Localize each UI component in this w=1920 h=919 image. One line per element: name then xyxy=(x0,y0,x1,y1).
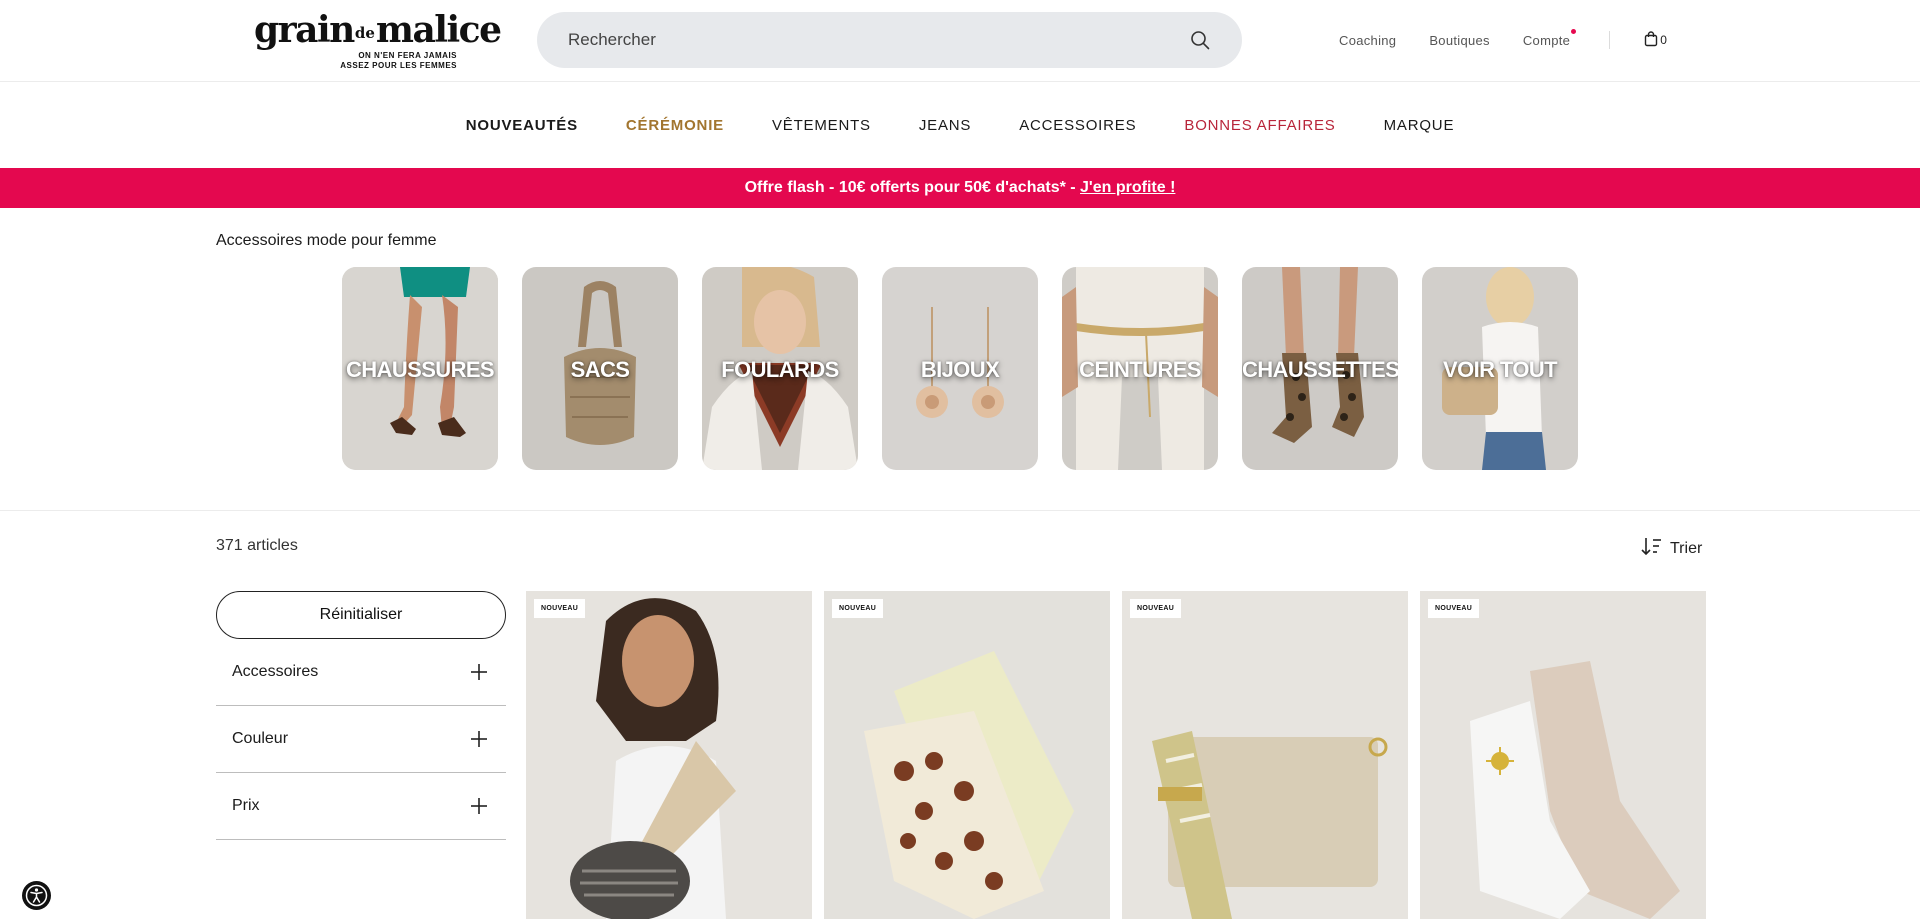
product-card[interactable]: NOUVEAU xyxy=(1122,591,1408,919)
promo-banner: Offre flash - 10€ offerts pour 50€ d'ach… xyxy=(0,168,1920,208)
category-tile-chaussures[interactable]: CHAUSSURES xyxy=(342,267,498,470)
plus-icon xyxy=(471,798,487,814)
search-input[interactable] xyxy=(568,12,1168,68)
logo-wordmark: graindemalice xyxy=(254,9,502,51)
product-card[interactable]: NOUVEAU xyxy=(526,591,812,919)
logo-tagline-1: ON N'EN FERA JAMAIS xyxy=(358,51,457,60)
category-label: FOULARDS xyxy=(721,357,839,382)
product-card[interactable]: NOUVEAU xyxy=(824,591,1110,919)
filter-label: Accessoires xyxy=(232,663,319,680)
category-label: CHAUSSURES xyxy=(345,357,495,382)
new-badge: NOUVEAU xyxy=(534,599,586,618)
nav-item-vetements[interactable]: VÊTEMENTS xyxy=(772,117,871,134)
category-label: CEINTURES xyxy=(1079,357,1201,382)
account-link[interactable]: Compte xyxy=(1522,28,1577,48)
nav-item-marque[interactable]: MARQUE xyxy=(1384,117,1455,134)
category-tile-chaussettes[interactable]: CHAUSSETTES xyxy=(1242,267,1398,470)
promo-link[interactable]: J'en profite ! xyxy=(1080,179,1175,196)
nav-item-nouveautes[interactable]: NOUVEAUTÉS xyxy=(466,117,578,134)
sort-button[interactable]: Trier xyxy=(1641,536,1702,561)
new-badge: NOUVEAU xyxy=(1428,599,1480,618)
account-notification-dot xyxy=(1571,28,1577,34)
nav-item-jeans[interactable]: JEANS xyxy=(919,117,971,134)
logo-word-grain: grain xyxy=(254,9,355,51)
category-section-title: Accessoires mode pour femme xyxy=(216,232,437,249)
product-image xyxy=(824,591,1110,919)
cart-button[interactable]: 0 xyxy=(1644,30,1667,50)
plus-icon xyxy=(471,664,487,680)
site-header: graindemalice ON N'EN FERA JAMAIS ASSEZ … xyxy=(0,0,1920,82)
category-tiles: CHAUSSURES SACS FOULARDS BIJOUX CEINTURE… xyxy=(342,267,1602,470)
filter-label: Couleur xyxy=(232,730,289,747)
reset-filters-button[interactable]: Réinitialiser xyxy=(216,591,506,639)
brand-logo[interactable]: graindemalice ON N'EN FERA JAMAIS ASSEZ … xyxy=(254,9,502,70)
cart-icon xyxy=(1644,30,1660,50)
category-tile-foulards[interactable]: FOULARDS xyxy=(702,267,858,470)
category-tile-ceintures[interactable]: CEINTURES xyxy=(1062,267,1218,470)
filter-label: Prix xyxy=(232,797,260,814)
coaching-link[interactable]: Coaching xyxy=(1339,33,1396,48)
product-card[interactable]: NOUVEAU xyxy=(1420,591,1706,919)
search-bar xyxy=(537,12,1242,68)
product-grid: NOUVEAU NOUVEAU NOUVEAU NOUVEAU xyxy=(526,591,1718,919)
category-label: BIJOUX xyxy=(920,357,1000,382)
boutiques-link[interactable]: Boutiques xyxy=(1429,33,1490,48)
filter-accessoires[interactable]: Accessoires xyxy=(216,639,506,706)
promo-text: Offre flash - 10€ offerts pour 50€ d'ach… xyxy=(744,179,1081,196)
sort-icon xyxy=(1641,536,1670,561)
category-tile-sacs[interactable]: SACS xyxy=(522,267,678,470)
plus-icon xyxy=(471,731,487,747)
sort-label: Trier xyxy=(1670,539,1703,557)
nav-item-ceremonie[interactable]: CÉRÉMONIE xyxy=(626,117,724,134)
accessibility-button[interactable] xyxy=(22,881,51,910)
search-icon[interactable] xyxy=(1190,30,1210,50)
category-label: SACS xyxy=(570,357,630,382)
header-divider xyxy=(1609,31,1611,49)
product-image xyxy=(1122,591,1408,919)
nav-item-bonnes-affaires[interactable]: BONNES AFFAIRES xyxy=(1184,117,1335,134)
account-link-label: Compte xyxy=(1522,32,1571,48)
logo-word-de: de xyxy=(354,24,375,42)
cart-count: 0 xyxy=(1660,33,1667,47)
category-label: VOIR TOUT xyxy=(1443,357,1558,382)
filter-prix[interactable]: Prix xyxy=(216,773,506,840)
product-image xyxy=(526,591,812,919)
filter-couleur[interactable]: Couleur xyxy=(216,706,506,773)
article-count: 371 articles xyxy=(216,537,298,554)
category-tile-bijoux[interactable]: BIJOUX xyxy=(882,267,1038,470)
accessibility-icon xyxy=(25,884,48,907)
logo-word-malice: malice xyxy=(375,9,502,51)
section-divider xyxy=(0,510,1920,511)
logo-tagline-2: ASSEZ POUR LES FEMMES xyxy=(340,61,457,70)
category-tile-voir-tout[interactable]: VOIR TOUT xyxy=(1422,267,1578,470)
main-nav: NOUVEAUTÉS CÉRÉMONIE VÊTEMENTS JEANS ACC… xyxy=(0,82,1920,168)
category-label: CHAUSSETTES xyxy=(1242,357,1398,382)
nav-item-accessoires[interactable]: ACCESSOIRES xyxy=(1019,117,1136,134)
new-badge: NOUVEAU xyxy=(1130,599,1182,618)
header-links: Coaching Boutiques Compte 0 xyxy=(1339,0,1667,80)
product-image xyxy=(1420,591,1706,919)
new-badge: NOUVEAU xyxy=(832,599,884,618)
